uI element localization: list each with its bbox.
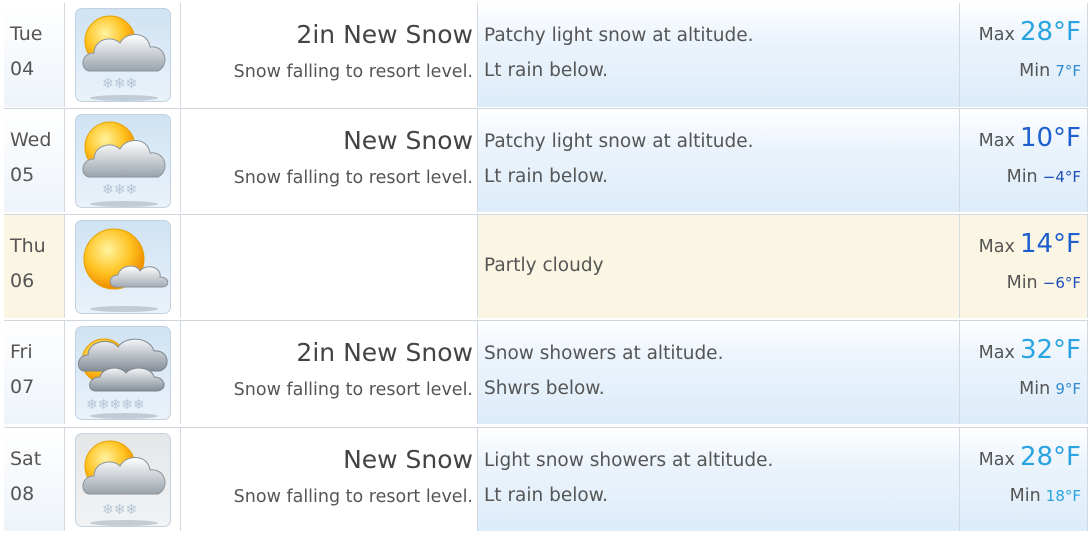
temperature-cell: Max 10°F Min −4°F — [960, 109, 1088, 212]
icon-cell: ❄❄❄ — [65, 109, 181, 212]
snow-cloud-sun-icon: ❄❄❄ — [75, 8, 171, 102]
snow-level-note: Snow falling to resort level. — [233, 380, 473, 400]
forecast-row: Sat 08 ❄❄❄ New Snow Snow falling to reso… — [4, 427, 1088, 531]
forecast-row: Fri 07 ❄❄❄❄❄ 2in New Snow Snow falling t… — [4, 320, 1088, 424]
new-snow-amount: 2in New Snow — [296, 338, 473, 367]
description-cell: Partly cloudy — [478, 215, 960, 318]
description-line-2: Lt rain below. — [484, 166, 609, 187]
snow-cell: 2in New Snow Snow falling to resort leve… — [181, 3, 478, 107]
forecast-row: Tue 04 ❄❄❄ 2in New Snow Snow falling to — [4, 3, 1088, 107]
temperature-cell: Max 14°F Min −6°F — [960, 215, 1088, 318]
light-snow-sun-icon: ❄❄❄ — [75, 433, 171, 527]
icon-cell: ❄❄❄ — [65, 428, 181, 531]
max-temperature: Max 28°F — [979, 17, 1081, 47]
new-snow-amount: New Snow — [343, 126, 473, 155]
day-name: Fri — [10, 341, 33, 363]
snow-cell: New Snow Snow falling to resort level. — [181, 109, 478, 212]
description-line-1: Patchy light snow at altitude. — [484, 25, 754, 46]
temperature-cell: Max 32°F Min 9°F — [960, 321, 1088, 424]
min-temp-value: 9°F — [1055, 380, 1081, 398]
day-date: 06 — [10, 270, 35, 292]
description-line-1: Patchy light snow at altitude. — [484, 131, 754, 152]
min-label: Min — [1006, 167, 1038, 187]
new-snow-amount: 2in New Snow — [296, 20, 473, 49]
svg-text:❄❄❄: ❄❄❄ — [102, 502, 137, 518]
svg-text:❄❄❄: ❄❄❄ — [102, 76, 137, 92]
snow-cloud-sun-icon: ❄❄❄ — [75, 114, 171, 208]
snow-level-note: Snow falling to resort level. — [233, 487, 473, 507]
max-label: Max — [978, 450, 1015, 470]
min-label: Min — [1019, 61, 1051, 81]
description-line-2: Lt rain below. — [484, 485, 609, 506]
max-temp-value: 28°F — [1019, 17, 1081, 47]
day-name: Tue — [10, 23, 43, 45]
max-temp-value: 10°F — [1019, 123, 1081, 153]
min-temp-value: 7°F — [1055, 62, 1081, 80]
max-temperature: Max 14°F — [979, 229, 1081, 259]
min-label: Min — [1006, 273, 1038, 293]
max-label: Max — [978, 25, 1015, 45]
description-cell: Snow showers at altitude. Shwrs below. — [478, 321, 960, 424]
min-temp-value: −4°F — [1042, 168, 1081, 186]
max-temperature: Max 28°F — [979, 442, 1081, 472]
icon-cell: ❄❄❄❄❄ — [65, 321, 181, 424]
day-date: 07 — [10, 376, 35, 398]
min-temperature: Min 7°F — [1019, 61, 1081, 81]
day-cell: Thu 06 — [4, 215, 65, 318]
forecast-row: Wed 05 ❄❄❄ New Snow Snow falling to reso… — [4, 108, 1088, 212]
min-temp-value: 18°F — [1045, 487, 1081, 505]
forecast-row: Thu 06 Partly cloudy Max 14°F Min −6°F — [4, 214, 1088, 318]
icon-cell: ❄❄❄ — [65, 3, 181, 107]
description-cell: Patchy light snow at altitude. Lt rain b… — [478, 109, 960, 212]
max-label: Max — [978, 131, 1015, 151]
icon-cell — [65, 215, 181, 318]
svg-text:❄❄❄❄❄: ❄❄❄❄❄ — [86, 397, 145, 413]
snow-cell: 2in New Snow Snow falling to resort leve… — [181, 321, 478, 424]
day-cell: Fri 07 — [4, 321, 65, 424]
svg-text:❄❄❄: ❄❄❄ — [102, 182, 137, 198]
partly-cloudy-icon — [75, 220, 171, 314]
temperature-cell: Max 28°F Min 7°F — [960, 3, 1088, 107]
snow-cell: New Snow Snow falling to resort level. — [181, 428, 478, 531]
min-temp-value: −6°F — [1042, 274, 1081, 292]
day-cell: Tue 04 — [4, 3, 65, 107]
description-cell: Light snow showers at altitude. Lt rain … — [478, 428, 960, 531]
day-name: Thu — [10, 235, 46, 257]
new-snow-amount: New Snow — [343, 445, 473, 474]
max-label: Max — [978, 343, 1015, 363]
day-date: 08 — [10, 483, 35, 505]
day-name: Wed — [10, 129, 52, 151]
min-temperature: Min −6°F — [1007, 273, 1081, 293]
snow-showers-icon: ❄❄❄❄❄ — [75, 326, 171, 420]
forecast-table: Tue 04 ❄❄❄ 2in New Snow Snow falling to — [0, 0, 1088, 534]
day-cell: Wed 05 — [4, 109, 65, 212]
max-label: Max — [978, 237, 1015, 257]
max-temperature: Max 32°F — [979, 335, 1081, 365]
max-temp-value: 28°F — [1019, 442, 1081, 472]
min-temperature: Min −4°F — [1007, 167, 1081, 187]
snow-level-note: Snow falling to resort level. — [233, 62, 473, 82]
day-cell: Sat 08 — [4, 428, 65, 531]
max-temp-value: 32°F — [1019, 335, 1081, 365]
description-line-1: Light snow showers at altitude. — [484, 450, 774, 471]
day-date: 04 — [10, 58, 35, 80]
description-line-1: Partly cloudy — [484, 255, 604, 276]
snow-level-note: Snow falling to resort level. — [233, 168, 473, 188]
description-line-2: Lt rain below. — [484, 60, 609, 81]
description-line-1: Snow showers at altitude. — [484, 343, 724, 364]
day-name: Sat — [10, 448, 42, 470]
min-label: Min — [1009, 486, 1041, 506]
description-cell: Patchy light snow at altitude. Lt rain b… — [478, 3, 960, 107]
temperature-cell: Max 28°F Min 18°F — [960, 428, 1088, 531]
min-label: Min — [1019, 379, 1051, 399]
snow-cell — [181, 215, 478, 318]
day-date: 05 — [10, 164, 35, 186]
max-temperature: Max 10°F — [979, 123, 1081, 153]
max-temp-value: 14°F — [1019, 229, 1081, 259]
min-temperature: Min 9°F — [1019, 379, 1081, 399]
min-temperature: Min 18°F — [1010, 486, 1081, 506]
description-line-2: Shwrs below. — [484, 378, 605, 399]
